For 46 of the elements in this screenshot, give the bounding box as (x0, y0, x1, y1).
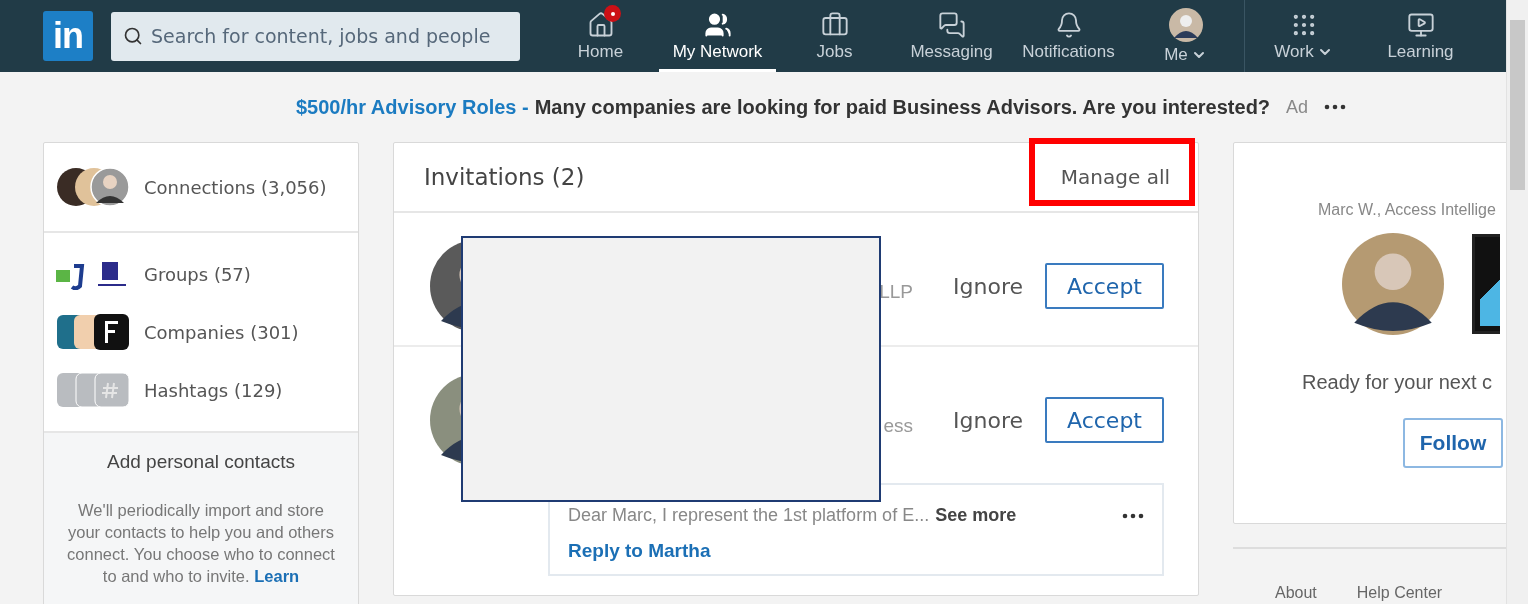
nav-item[interactable]: Home (542, 0, 659, 72)
more-icon[interactable] (1324, 104, 1347, 110)
ad-text: Many companies are looking for paid Business Advisors. Are you interested? (534, 95, 1271, 119)
nav-item[interactable]: Learning (1362, 0, 1479, 72)
message-text: Dear Marc, I represent the 1st platform of E... (568, 505, 930, 526)
search-icon (123, 25, 143, 46)
more-icon[interactable] (1122, 512, 1144, 519)
sidebar-link[interactable]: Companies (301) (144, 321, 299, 343)
contacts-title: Add personal contacts (106, 451, 296, 473)
ad-label: Ad (1286, 96, 1309, 118)
search-field[interactable]: Search for content, jobs and people (111, 11, 520, 61)
nav-item[interactable]: Jobs (776, 0, 893, 72)
see-more-link[interactable]: See more (935, 505, 1017, 526)
scrollbar[interactable] (1506, 0, 1528, 604)
manage-all-link[interactable]: Manage all (1060, 165, 1170, 189)
nav-item[interactable]: Work (1245, 0, 1362, 72)
reply-link[interactable]: Reply to Martha (568, 540, 711, 562)
sidebar-link[interactable]: Groups (57) (144, 263, 251, 285)
accept-button[interactable]: Accept (1045, 397, 1164, 443)
invitation-headline: LLP (879, 280, 914, 303)
nav-item[interactable]: My Network (659, 0, 776, 72)
sidebar-link[interactable]: Connections (3,056) (144, 176, 327, 198)
play-screen-icon (1406, 11, 1435, 39)
notification-badge (604, 5, 621, 22)
people-icon (703, 11, 732, 39)
ad-link[interactable]: $500/hr Advisory Roles - (296, 95, 529, 119)
chat-icon (937, 11, 966, 39)
sidebar-link[interactable]: Hashtags (129) (144, 379, 283, 401)
footer-link[interactable]: About (1275, 584, 1317, 602)
footer-link[interactable]: Help Center (1356, 584, 1443, 602)
logo[interactable]: in (43, 11, 93, 61)
sponsor-text: Marc W., Access Intellige (1318, 201, 1497, 219)
ignore-button[interactable]: Ignore (953, 273, 1023, 299)
contacts-description: We'll periodically import and store your contacts to help you and others connect. You choose who to connect to and who to invite. Learn (66, 500, 336, 587)
avatar-icon (1168, 8, 1203, 42)
nav-item[interactable]: Notifications (1010, 0, 1127, 72)
nav-item[interactable]: Me (1127, 0, 1244, 72)
invitations-title: Invitations (2) (424, 164, 585, 190)
ignore-button[interactable]: Ignore (953, 407, 1023, 433)
promo-text: Ready for your next c (1302, 371, 1494, 394)
learn-link[interactable]: Learn (254, 567, 300, 585)
nav-item[interactable]: Messaging (893, 0, 1010, 72)
invitation-headline: ess (883, 414, 914, 437)
hashtag-icon (56, 371, 130, 409)
accept-button[interactable]: Accept (1045, 263, 1164, 309)
follow-button[interactable]: Follow (1403, 418, 1503, 468)
